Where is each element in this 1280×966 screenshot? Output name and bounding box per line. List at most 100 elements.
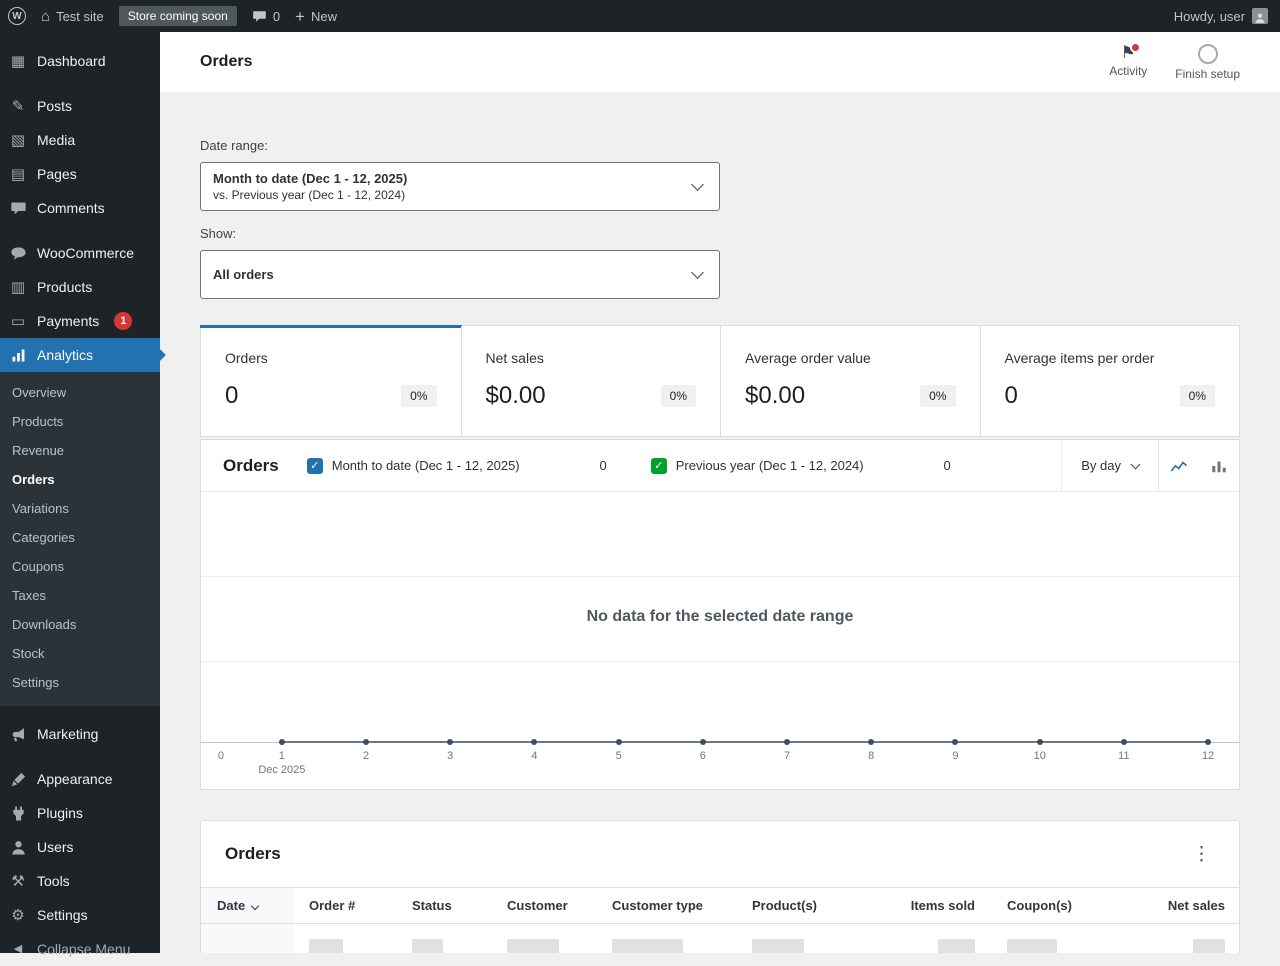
sidebar-item-posts[interactable]: ✎ Posts [0,89,160,123]
pages-icon: ▤ [10,165,26,183]
analytics-submenu: Overview Products Revenue Orders Variati… [0,372,160,706]
sidebar-item-label: Media [37,132,76,148]
column-header-coupons: Coupon(s) [991,887,1131,924]
column-header-date[interactable]: Date [201,887,293,924]
sidebar-item-label: Users [37,839,74,855]
legend-toggle-previous-period[interactable]: ✓ Previous year (Dec 1 - 12, 2024) 0 [650,457,951,474]
orders-table: Date Order # Status Customer Customer ty… [201,887,1241,953]
account-menu[interactable]: Howdy, user [1174,8,1268,24]
sidebar-item-label: Posts [37,98,73,114]
comments-icon [8,200,28,217]
sidebar-item-woocommerce[interactable]: WooCommerce [0,236,160,270]
checkbox-checked-icon[interactable]: ✓ [306,457,323,474]
date-range-value: Month to date (Dec 1 - 12, 2025) [213,171,408,186]
sidebar-item-comments[interactable]: Comments [0,191,160,225]
submenu-item-variations[interactable]: Variations [0,494,160,523]
sidebar-item-label: Plugins [37,805,83,821]
interval-select[interactable]: By day [1061,440,1158,491]
table-cell-placeholder [596,924,736,953]
legend-label: Month to date (Dec 1 - 12, 2025) [331,458,520,473]
page-header: Orders ⚑ Activity Finish setup [160,32,1280,92]
x-tick-label: 6 [699,750,706,762]
wordpress-logo-icon: W [8,7,26,25]
wordpress-menu[interactable]: W [8,7,26,25]
sidebar-item-settings[interactable]: ⚙ Settings [0,898,160,932]
submenu-item-revenue[interactable]: Revenue [0,436,160,465]
chart-title: Orders [223,455,279,475]
submenu-item-orders[interactable]: Orders [0,465,160,494]
orders-table-header: Orders ⋮ [201,821,1239,887]
submenu-item-categories[interactable]: Categories [0,523,160,552]
appearance-icon [8,771,28,788]
show-value: All orders [213,267,274,282]
summary-card-net-sales[interactable]: Net sales $0.00 0% [460,326,721,436]
main-area: Orders ⚑ Activity Finish setup Date rang… [160,32,1280,953]
sidebar-item-payments[interactable]: ▭ Payments 1 [0,304,160,338]
new-content-menu[interactable]: + New [295,8,337,25]
woocommerce-icon [8,245,28,262]
dashboard-icon: ▦ [10,52,26,70]
summary-card-average-items-per-order[interactable]: Average items per order 0 0% [979,326,1240,436]
table-cell-placeholder [736,924,881,953]
howdy-label: Howdy, user [1173,8,1245,24]
comments-shortcut[interactable]: 0 [252,9,280,24]
sidebar-item-label: Marketing [37,726,99,742]
x-tick-label: 10 [1033,750,1046,762]
activity-button[interactable]: ⚑ Activity [1109,41,1147,81]
submenu-item-stock[interactable]: Stock [0,639,160,668]
card-value: 0 [225,382,239,409]
chart-x-axis: 0 1 2 3 4 5 6 7 8 9 10 11 12 Dec 2025 [201,743,1239,789]
sidebar-item-products[interactable]: ▥ Products [0,270,160,304]
x-axis-period-label: Dec 2025 [258,764,306,776]
submenu-item-downloads[interactable]: Downloads [0,610,160,639]
submenu-item-coupons[interactable]: Coupons [0,552,160,581]
sidebar-item-appearance[interactable]: Appearance [0,762,160,796]
table-cell-placeholder [991,924,1131,953]
table-cell-placeholder [396,924,491,953]
interval-value: By day [1081,458,1121,473]
table-cell-placeholder [1131,924,1241,953]
sidebar-item-media[interactable]: ▧ Media [0,123,160,157]
legend-toggle-current-period[interactable]: ✓ Month to date (Dec 1 - 12, 2025) 0 [306,457,607,474]
sidebar-item-pages[interactable]: ▤ Pages [0,157,160,191]
x-tick-label: 1 [278,750,285,762]
chevron-down-icon [1130,459,1141,469]
delta-badge: 0% [660,385,696,407]
line-chart-button[interactable] [1159,440,1199,491]
sidebar-item-label: Comments [37,200,105,216]
x-tick-label: 9 [952,750,959,762]
finish-setup-button[interactable]: Finish setup [1175,43,1240,81]
collapse-label: Collapse Menu [37,941,131,957]
chevron-down-icon [691,265,704,279]
plus-icon: + [295,6,305,26]
sidebar-item-analytics[interactable]: Analytics [0,338,160,372]
sidebar-item-tools[interactable]: ⚒ Tools [0,864,160,898]
bar-chart-button[interactable] [1199,440,1239,491]
summary-card-average-order-value[interactable]: Average order value $0.00 0% [720,326,980,436]
sidebar-item-users[interactable]: Users [0,830,160,864]
sidebar-item-marketing[interactable]: Marketing [0,717,160,751]
table-cell-placeholder [881,924,991,953]
column-header-products: Product(s) [736,887,881,924]
summary-cards: Orders 0 0% Net sales $0.00 0% Average o… [200,325,1240,437]
sidebar-item-plugins[interactable]: Plugins [0,796,160,830]
sidebar-item-dashboard[interactable]: ▦ Dashboard [0,44,160,78]
show-select[interactable]: All orders [200,250,720,299]
collapse-menu-button[interactable]: ◀ Collapse Menu [0,932,160,966]
orders-table-panel: Orders ⋮ Date Order # Status Customer Cu… [200,820,1241,953]
submenu-item-settings[interactable]: Settings [0,668,160,697]
checkbox-checked-icon[interactable]: ✓ [650,457,667,474]
column-header-customer: Customer [491,887,596,924]
settings-icon: ⚙ [11,906,25,924]
x-tick-label: 3 [447,750,454,762]
site-menu[interactable]: ⌂ Test site [41,9,104,24]
submenu-item-taxes[interactable]: Taxes [0,581,160,610]
submenu-item-products[interactable]: Products [0,407,160,436]
date-range-select[interactable]: Month to date (Dec 1 - 12, 2025) vs. Pre… [200,162,720,211]
sidebar-item-label: Pages [37,166,77,182]
sidebar-item-label: Appearance [37,771,113,787]
gridline [201,576,1239,577]
kebab-menu-icon[interactable]: ⋮ [1188,845,1215,864]
submenu-item-overview[interactable]: Overview [0,378,160,407]
summary-card-orders[interactable]: Orders 0 0% [200,325,461,436]
